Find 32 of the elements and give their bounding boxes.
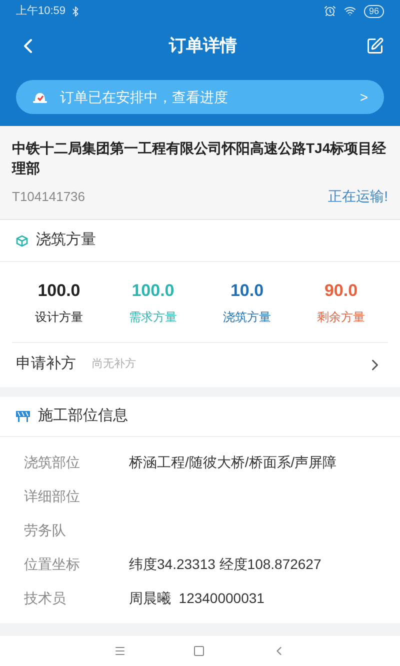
stat-value: 100.0 xyxy=(132,280,174,302)
battery-icon: 96 xyxy=(364,4,384,18)
home-icon[interactable] xyxy=(192,645,205,657)
menu-icon[interactable] xyxy=(114,645,126,657)
alarm-icon xyxy=(324,5,336,17)
stat-label: 需求方量 xyxy=(129,308,177,326)
page-title: 订单详情 xyxy=(169,35,237,58)
stat-value: 10.0 xyxy=(230,280,264,302)
stat-value: 100.0 xyxy=(38,280,80,302)
field-label: 技术员 xyxy=(24,588,67,606)
stat-value: 90.0 xyxy=(324,280,358,302)
cube-icon xyxy=(16,234,28,246)
field-label: 位置坐标 xyxy=(24,554,81,572)
company-name: 中铁十二局集团第一工程有限公司怀阳高速公路TJ4标项目经理部 xyxy=(12,139,388,178)
order-status: 正在运输! xyxy=(328,187,388,206)
stat-label: 设计方量 xyxy=(35,308,83,326)
field-label: 浇筑部位 xyxy=(24,452,81,470)
order-number: T104141736 xyxy=(12,188,86,206)
field-label: 劳务队 xyxy=(24,520,67,538)
field-value: 纬度34.23313 经度108.872627 xyxy=(129,554,322,572)
field-label: 详细部位 xyxy=(24,486,81,504)
edit-icon[interactable] xyxy=(366,37,384,55)
status-time: 上午10:59 xyxy=(16,4,66,19)
field-value: 周晨曦 12340000031 xyxy=(129,588,266,606)
stat-label: 剩余方量 xyxy=(317,308,365,326)
section-title: 施工部位信息 xyxy=(38,406,128,426)
supplement-row[interactable]: 申请补方 尚无补方 xyxy=(0,342,400,386)
fence-icon xyxy=(16,410,30,422)
field-value: 桥涵工程/随彼大桥/桥面系/声屏障 xyxy=(129,452,338,470)
bluetooth-icon xyxy=(70,6,81,16)
stat-label: 浇筑方量 xyxy=(223,308,271,326)
section-title: 浇筑方量 xyxy=(36,230,96,250)
